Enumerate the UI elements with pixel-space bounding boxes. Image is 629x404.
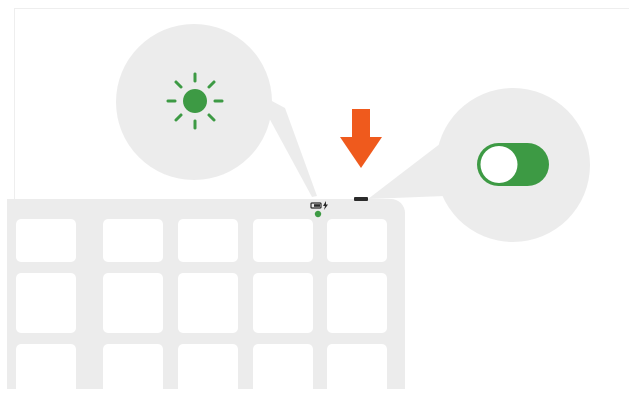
callout-layer — [116, 24, 590, 242]
battery-charging-icon — [310, 201, 328, 210]
keyboard-switch-indicator — [354, 197, 368, 201]
arrow-down-icon — [340, 109, 382, 168]
toggle-switch-on-icon — [477, 143, 549, 186]
status-led-icon — [314, 210, 322, 218]
sun-icon — [166, 72, 224, 130]
brightness-callout — [116, 24, 317, 197]
